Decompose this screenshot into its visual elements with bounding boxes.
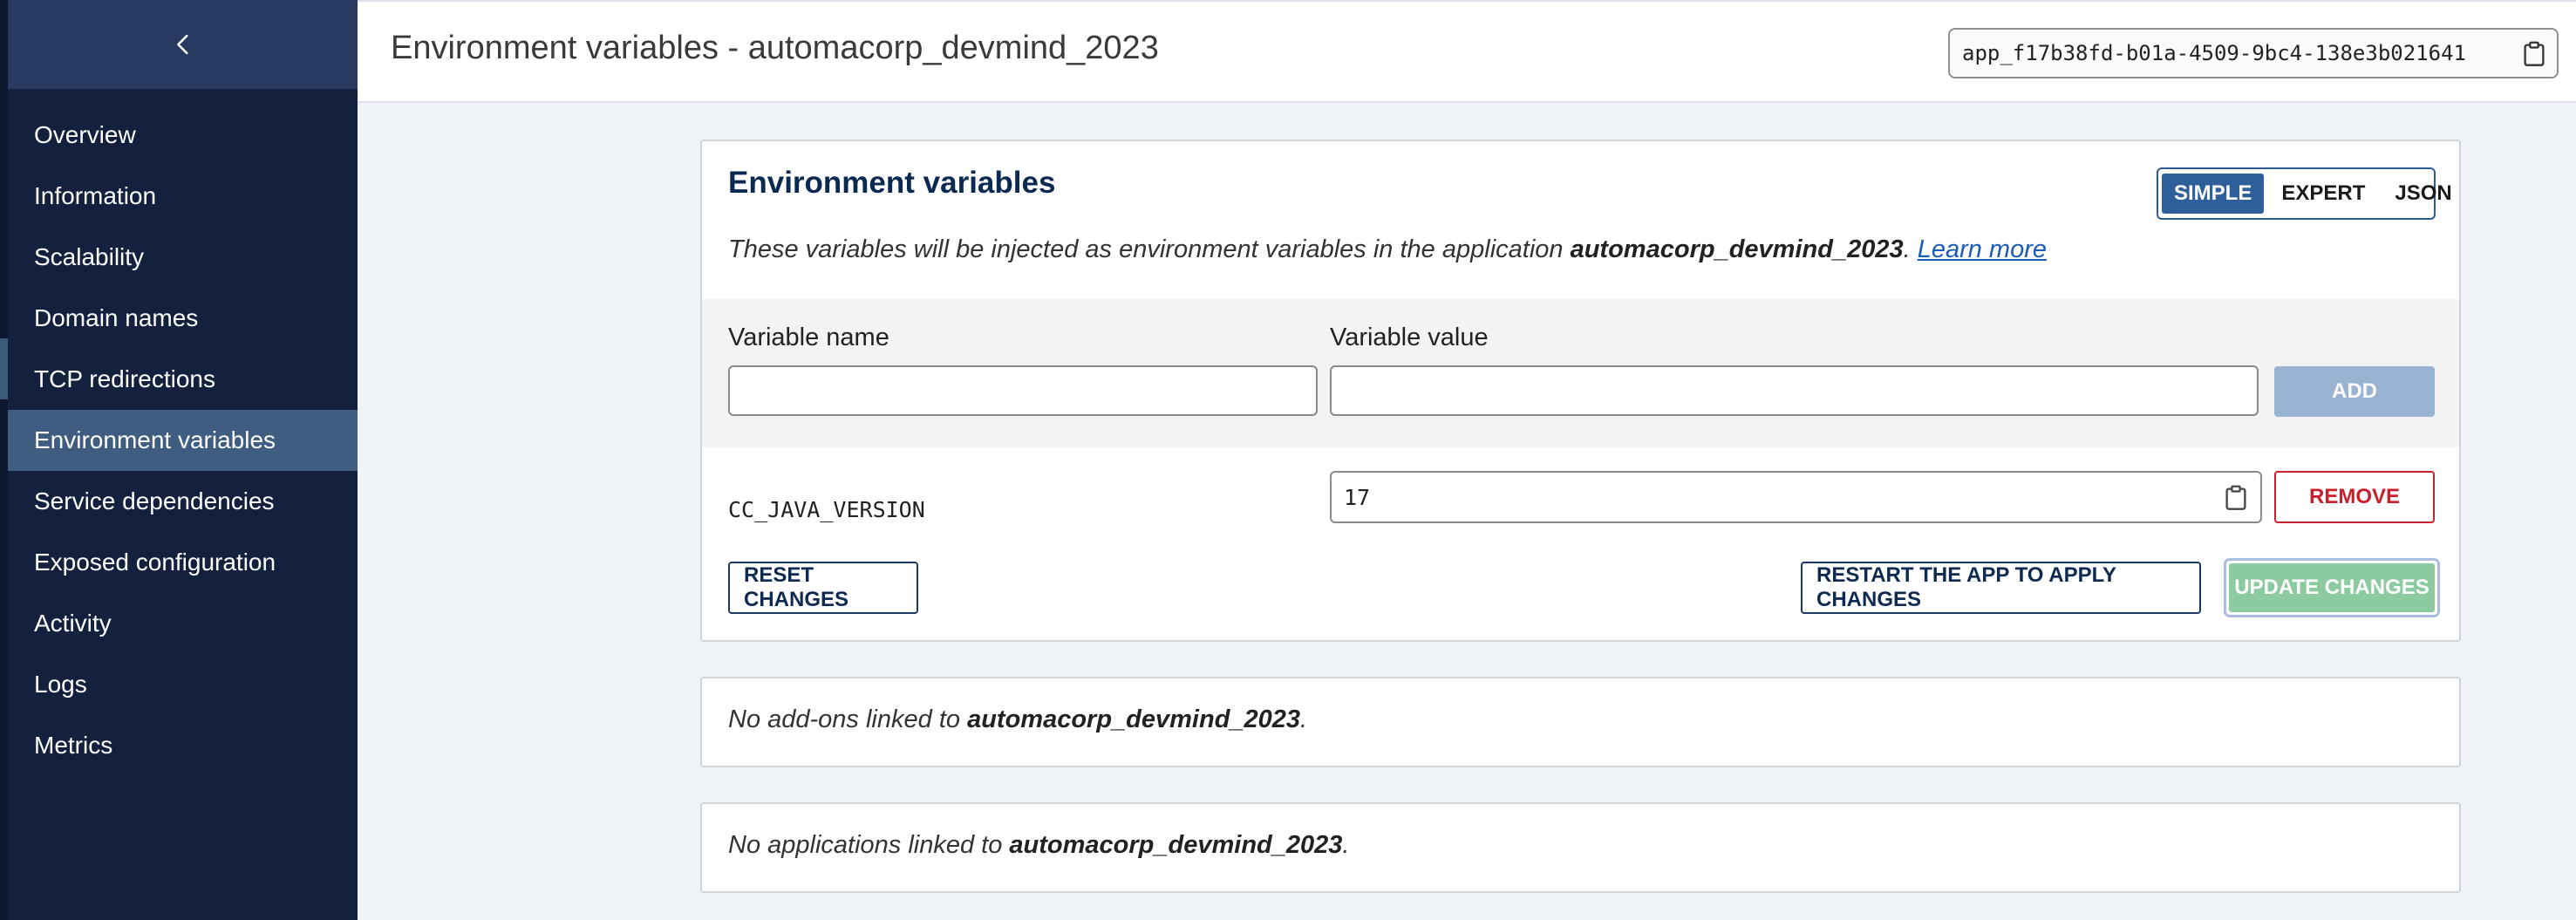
linked-apps-card: No applications linked to automacorp_dev… (700, 802, 2461, 893)
update-changes-button[interactable]: UPDATE CHANGES (2229, 563, 2435, 612)
sidebar-item-tcp-redirections[interactable]: TCP redirections (8, 349, 358, 410)
learn-more-link[interactable]: Learn more (1918, 235, 2047, 263)
sidebar-item-metrics[interactable]: Metrics (8, 715, 358, 776)
sidebar-edge (0, 0, 8, 920)
variable-name: CC_JAVA_VERSION (728, 497, 925, 522)
variable-name-input[interactable] (728, 365, 1318, 416)
add-button[interactable]: ADD (2274, 366, 2435, 417)
sidebar-item-label: TCP redirections (34, 365, 216, 392)
active-marker (0, 338, 8, 399)
sidebar-item-environment-variables[interactable]: Environment variables (8, 410, 358, 471)
sidebar-item-scalability[interactable]: Scalability (8, 227, 358, 288)
sidebar-item-service-dependencies[interactable]: Service dependencies (8, 471, 358, 532)
variable-name-label: Variable name (728, 324, 889, 351)
sidebar: Overview Information Scalability Domain … (0, 0, 358, 920)
sidebar-item-information[interactable]: Information (8, 166, 358, 227)
sidebar-item-label: Metrics (34, 732, 113, 759)
variable-value-label: Variable value (1330, 324, 1489, 351)
app-id-field[interactable]: app_f17b38fd-b01a-4509-9bc4-138e3b021641 (1948, 28, 2559, 78)
addons-suffix: . (1300, 705, 1308, 733)
sidebar-item-label: Domain names (34, 304, 199, 331)
apps-message: No applications linked to automacorp_dev… (728, 831, 1349, 860)
card-description: These variables will be injected as envi… (728, 235, 2047, 264)
remove-button[interactable]: REMOVE (2274, 471, 2435, 523)
addons-card: No add-ons linked to automacorp_devmind_… (700, 677, 2461, 767)
description-suffix: . (1903, 235, 1911, 263)
env-variables-card: Environment variables SIMPLE EXPERT JSON… (700, 140, 2461, 642)
sidebar-item-label: Information (34, 182, 157, 209)
clipboard-icon[interactable] (2522, 41, 2546, 67)
mode-toggle: SIMPLE EXPERT JSON (2157, 167, 2452, 220)
chevron-left-icon (176, 34, 188, 55)
clipboard-icon[interactable] (2224, 485, 2248, 511)
app-name: automacorp_devmind_2023 (1009, 831, 1343, 859)
mode-expert-button[interactable]: EXPERT (2269, 174, 2377, 214)
restart-app-button[interactable]: RESTART THE APP TO APPLY CHANGES (1801, 562, 2201, 614)
apps-prefix: No applications linked to (728, 831, 1010, 859)
sidebar-nav: Overview Information Scalability Domain … (8, 105, 358, 776)
sidebar-item-label: Exposed configuration (34, 549, 276, 576)
card-title: Environment variables (728, 166, 1056, 200)
sidebar-item-label: Logs (34, 671, 87, 698)
sidebar-item-label: Activity (34, 610, 112, 637)
sidebar-item-activity[interactable]: Activity (8, 593, 358, 654)
sidebar-item-label: Overview (34, 121, 136, 148)
sidebar-item-label: Service dependencies (34, 487, 275, 515)
sidebar-item-label: Scalability (34, 243, 145, 270)
sidebar-item-domain-names[interactable]: Domain names (8, 288, 358, 349)
addons-message: No add-ons linked to automacorp_devmind_… (728, 705, 1307, 734)
apps-suffix: . (1342, 831, 1350, 859)
variable-value-input[interactable] (1330, 365, 2259, 416)
variable-value: 17 (1344, 484, 1371, 510)
app-id-value: app_f17b38fd-b01a-4509-9bc4-138e3b021641 (1962, 41, 2466, 65)
app-name: automacorp_devmind_2023 (967, 705, 1301, 733)
collapse-sidebar-button[interactable] (8, 0, 358, 89)
update-changes-focus-ring: UPDATE CHANGES (2224, 558, 2440, 617)
addons-prefix: No add-ons linked to (728, 705, 968, 733)
mode-json-button[interactable]: JSON (2382, 174, 2464, 214)
mode-simple-button[interactable]: SIMPLE (2162, 174, 2265, 214)
sidebar-item-overview[interactable]: Overview (8, 105, 358, 166)
app-name: automacorp_devmind_2023 (1570, 235, 1904, 263)
sidebar-item-label: Environment variables (34, 426, 276, 453)
description-text: These variables will be injected as envi… (728, 235, 1571, 263)
reset-changes-button[interactable]: RESET CHANGES (728, 562, 918, 614)
sidebar-item-exposed-configuration[interactable]: Exposed configuration (8, 532, 358, 593)
page-header: Environment variables - automacorp_devmi… (358, 0, 2576, 103)
page-title: Environment variables - automacorp_devmi… (391, 30, 1159, 66)
variable-value-field[interactable]: 17 (1330, 471, 2262, 523)
add-variable-panel: Variable name Variable value ADD (702, 299, 2459, 447)
sidebar-item-logs[interactable]: Logs (8, 654, 358, 715)
